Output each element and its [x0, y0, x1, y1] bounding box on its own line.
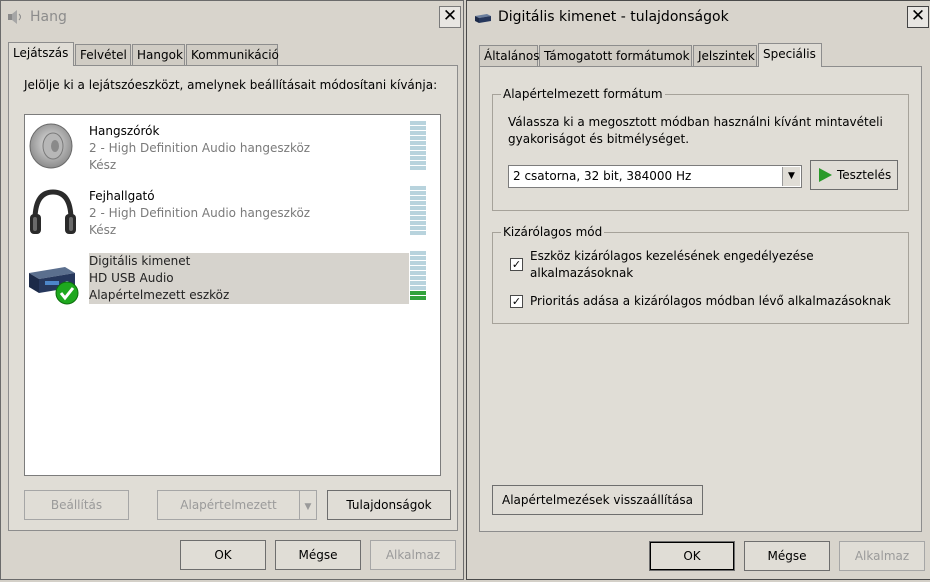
device-name: Fejhallgató: [89, 189, 155, 203]
configure-button[interactable]: Beállítás: [24, 490, 129, 520]
device-description: 2 - High Definition Audio hangeszköz: [89, 141, 311, 155]
test-button-label: Tesztelés: [837, 168, 892, 182]
instruction-text: Jelölje ki a lejátszóeszközt, amelynek b…: [24, 78, 438, 92]
background-window-edge: [930, 0, 938, 582]
tab-playback[interactable]: Lejátszás: [8, 42, 74, 66]
tab-general[interactable]: Általános: [479, 45, 540, 66]
format-description-line: gyakoriságot és bitmélységet.: [508, 132, 690, 146]
exclusive-allow-label-line: alkalmazásoknak: [530, 266, 634, 280]
sound-tabs: Lejátszás Felvétel Hangok Kommunikáció: [8, 42, 458, 66]
tab-communications[interactable]: Kommunikáció: [186, 44, 279, 65]
tab-label: Támogatott formátumok: [544, 49, 690, 63]
format-description: Válassza ki a megosztott módban használn…: [508, 114, 883, 148]
default-format-group: Alapértelmezett formátum Válassza ki a m…: [492, 87, 909, 211]
properties-tabs: Általános Támogatott formátumok Jelszint…: [479, 43, 921, 67]
tab-levels[interactable]: Jelszintek: [693, 45, 757, 66]
advanced-panel: Alapértelmezett formátum Válassza ki a m…: [479, 66, 922, 532]
close-icon: ✕: [910, 6, 926, 26]
close-button[interactable]: ✕: [907, 6, 929, 28]
apply-button[interactable]: Alkalmaz: [370, 540, 456, 570]
device-text: Digitális kimenet HD USB Audio Alapértel…: [89, 253, 409, 304]
device-status: Alapértelmezett eszköz: [89, 288, 230, 302]
device-description: HD USB Audio: [89, 271, 174, 285]
sound-dialog: Hang ✕ Lejátszás Felvétel Hangok Kommuni…: [0, 0, 464, 580]
exclusive-allow-label-line: Eszköz kizárólagos kezelésének engedélye…: [530, 249, 814, 263]
tab-advanced[interactable]: Speciális: [758, 43, 822, 67]
level-meter: [410, 186, 426, 236]
device-text: Hangszórók 2 - High Definition Audio han…: [89, 123, 310, 174]
tab-recording[interactable]: Felvétel: [75, 44, 131, 65]
properties-dialog: Digitális kimenet - tulajdonságok ✕ Álta…: [466, 0, 932, 580]
restore-defaults-button[interactable]: Alapértelmezések visszaállítása: [492, 485, 703, 515]
level-meter: [410, 121, 426, 171]
speaker-icon: [29, 123, 73, 169]
list-item[interactable]: Hangszórók 2 - High Definition Audio han…: [27, 121, 430, 177]
tab-sounds[interactable]: Hangok: [132, 44, 185, 65]
set-default-button[interactable]: Alapértelmezett: [157, 490, 300, 520]
cancel-button[interactable]: Mégse: [744, 541, 830, 571]
exclusive-allow-checkbox[interactable]: ✓: [510, 258, 523, 271]
sound-dialog-title: Hang: [30, 9, 67, 25]
sound-dialog-titlebar[interactable]: Hang ✕: [1, 1, 463, 34]
device-name: Digitális kimenet: [89, 254, 191, 268]
chevron-down-icon[interactable]: ▼: [782, 167, 800, 186]
device-status: Kész: [89, 158, 117, 172]
speaker-icon: [8, 10, 21, 24]
play-icon: [819, 168, 832, 182]
tab-label: Speciális: [763, 47, 816, 61]
device-list[interactable]: Hangszórók 2 - High Definition Audio han…: [24, 114, 441, 476]
list-item[interactable]: Fejhallgató 2 - High Definition Audio ha…: [27, 186, 430, 242]
exclusive-priority-label: Prioritás adása a kizárólagos módban lév…: [530, 294, 891, 308]
level-meter: [410, 251, 426, 301]
tab-label: Hangok: [137, 48, 183, 62]
format-select[interactable]: 2 csatorna, 32 bit, 384000 Hz ▼: [508, 165, 802, 188]
device-name: Hangszórók: [89, 124, 160, 138]
properties-dialog-titlebar[interactable]: Digitális kimenet - tulajdonságok ✕: [467, 1, 931, 34]
ok-button[interactable]: OK: [180, 540, 266, 570]
tab-supported-formats[interactable]: Támogatott formátumok: [539, 45, 692, 66]
exclusive-allow-label: Eszköz kizárólagos kezelésének engedélye…: [530, 248, 814, 282]
apply-button[interactable]: Alkalmaz: [839, 541, 925, 571]
tab-label: Kommunikáció: [191, 48, 279, 62]
tab-label: Felvétel: [80, 48, 127, 62]
set-default-dropdown[interactable]: ▼: [299, 490, 317, 520]
device-text: Fejhallgató 2 - High Definition Audio ha…: [89, 188, 310, 239]
headphones-icon: [30, 189, 76, 234]
format-description-line: Válassza ki a megosztott módban használn…: [508, 115, 883, 129]
close-icon: ✕: [442, 6, 458, 26]
device-status: Kész: [89, 223, 117, 237]
chevron-down-icon: ▼: [304, 502, 312, 512]
tab-label: Lejátszás: [13, 46, 69, 60]
exclusive-priority-checkbox[interactable]: ✓: [510, 295, 523, 308]
tab-label: Jelszintek: [698, 49, 755, 63]
list-item[interactable]: Digitális kimenet HD USB Audio Alapértel…: [27, 251, 430, 307]
digital-output-icon: [475, 14, 491, 23]
default-format-title: Alapértelmezett formátum: [501, 87, 665, 101]
test-button[interactable]: Tesztelés: [810, 160, 898, 190]
exclusive-mode-title: Kizárólagos mód: [501, 225, 605, 239]
device-description: 2 - High Definition Audio hangeszköz: [89, 206, 311, 220]
properties-dialog-title: Digitális kimenet - tulajdonságok: [498, 9, 729, 25]
exclusive-mode-group: Kizárólagos mód ✓ Eszköz kizárólagos kez…: [492, 225, 909, 324]
close-button[interactable]: ✕: [439, 6, 461, 28]
properties-button[interactable]: Tulajdonságok: [327, 490, 451, 520]
tab-label: Általános: [484, 49, 540, 63]
default-check-icon: [55, 281, 79, 305]
ok-button[interactable]: OK: [649, 541, 735, 571]
playback-panel: Jelölje ki a lejátszóeszközt, amelynek b…: [8, 65, 458, 531]
cancel-button[interactable]: Mégse: [275, 540, 361, 570]
format-select-value: 2 csatorna, 32 bit, 384000 Hz: [513, 169, 692, 183]
